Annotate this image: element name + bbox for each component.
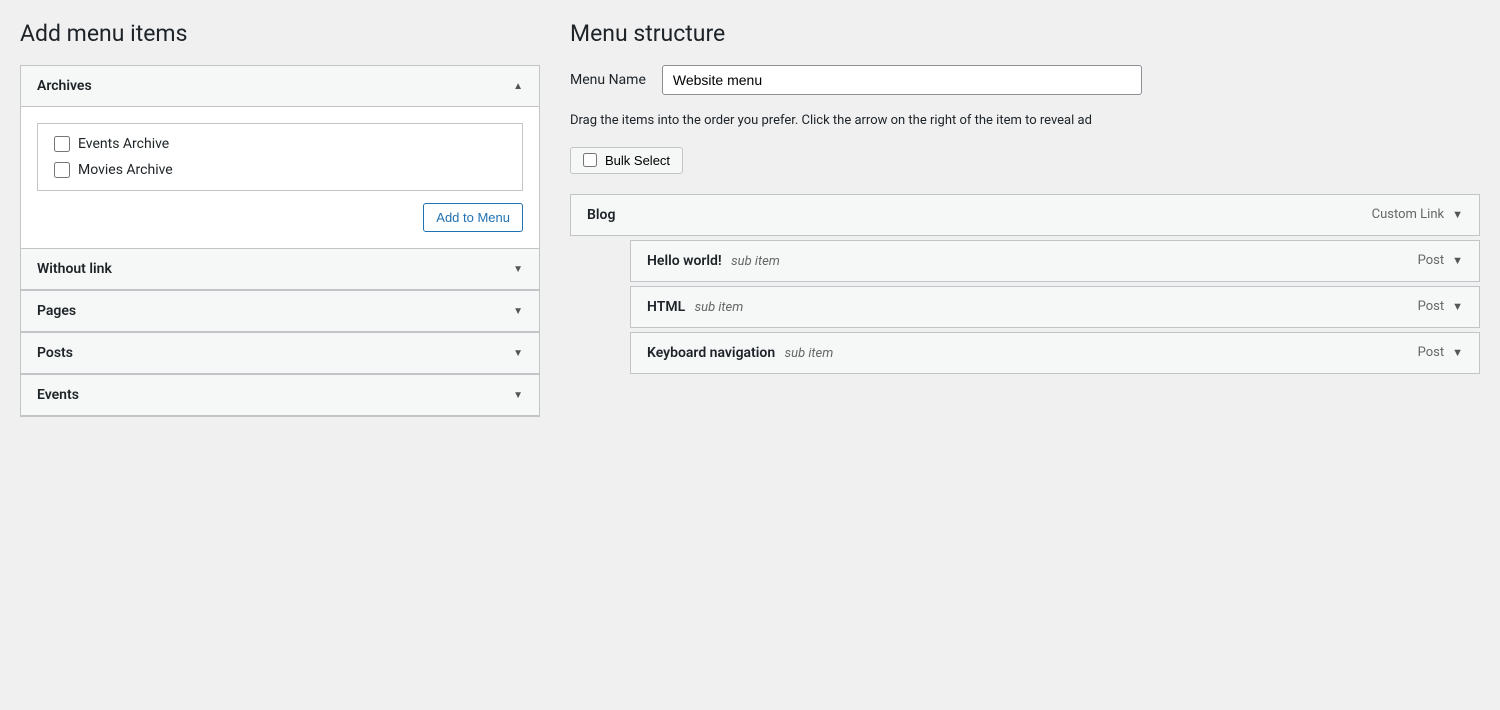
events-section: Events ▼ [20, 375, 540, 417]
posts-section: Posts ▼ [20, 333, 540, 375]
movies-archive-item: Movies Archive [54, 162, 506, 178]
keyboard-nav-sub-item: Keyboard navigation sub item Post ▼ [630, 332, 1480, 374]
right-panel-heading: Menu structure [570, 20, 1480, 47]
blog-menu-item: Blog Custom Link ▼ [570, 194, 1480, 236]
hello-world-inner: Hello world! sub item Post ▼ [631, 241, 1479, 281]
bulk-select-label: Bulk Select [605, 153, 670, 168]
without-link-header[interactable]: Without link ▼ [21, 249, 539, 290]
pages-arrow-icon: ▼ [513, 306, 523, 317]
blog-menu-item-inner: Blog Custom Link ▼ [571, 195, 1479, 235]
archives-checkbox-list: Events Archive Movies Archive [37, 123, 523, 191]
html-title-group: HTML sub item [647, 299, 743, 315]
without-link-label: Without link [37, 261, 112, 277]
blog-item-title: Blog [587, 207, 615, 223]
without-link-arrow-icon: ▼ [513, 264, 523, 275]
keyboard-nav-title-group: Keyboard navigation sub item [647, 345, 833, 361]
html-dropdown-icon[interactable]: ▼ [1452, 300, 1463, 313]
events-arrow-icon: ▼ [513, 390, 523, 401]
html-right: Post ▼ [1418, 299, 1463, 314]
bulk-select-checkbox[interactable] [583, 153, 597, 167]
blog-item-dropdown-icon[interactable]: ▼ [1452, 208, 1463, 221]
movies-archive-checkbox[interactable] [54, 162, 70, 178]
hello-world-right: Post ▼ [1418, 253, 1463, 268]
archives-header[interactable]: Archives ▲ [21, 66, 539, 107]
posts-header[interactable]: Posts ▼ [21, 333, 539, 374]
events-archive-label[interactable]: Events Archive [78, 136, 169, 152]
archives-body: Events Archive Movies Archive Add to Men… [21, 107, 539, 248]
instruction-text: Drag the items into the order you prefer… [570, 111, 1480, 131]
menu-structure: Blog Custom Link ▼ Hello world! sub item [570, 194, 1480, 374]
right-panel: Menu structure Menu Name Drag the items … [540, 20, 1480, 378]
left-panel: Add menu items Archives ▲ Events Archive… [20, 20, 540, 417]
menu-name-row: Menu Name [570, 65, 1480, 95]
html-type: Post [1418, 299, 1445, 314]
pages-section: Pages ▼ [20, 291, 540, 333]
html-sub-item: HTML sub item Post ▼ [630, 286, 1480, 328]
hello-world-sub-item: Hello world! sub item Post ▼ [630, 240, 1480, 282]
archives-arrow-icon: ▲ [513, 81, 523, 92]
menu-name-input[interactable] [662, 65, 1142, 95]
events-label: Events [37, 387, 79, 403]
posts-label: Posts [37, 345, 73, 361]
archives-section: Archives ▲ Events Archive Movies Archive… [20, 65, 540, 249]
add-to-menu-button[interactable]: Add to Menu [423, 203, 523, 232]
bulk-select-button[interactable]: Bulk Select [570, 147, 683, 174]
blog-item-right: Custom Link ▼ [1372, 207, 1463, 222]
blog-sub-items: Hello world! sub item Post ▼ HTML [630, 240, 1480, 374]
events-archive-checkbox[interactable] [54, 136, 70, 152]
archives-label: Archives [37, 78, 92, 94]
without-link-section: Without link ▼ [20, 249, 540, 291]
blog-item-type: Custom Link [1372, 207, 1444, 222]
keyboard-nav-type: Post [1418, 345, 1445, 360]
keyboard-nav-dropdown-icon[interactable]: ▼ [1452, 346, 1463, 359]
keyboard-nav-right: Post ▼ [1418, 345, 1463, 360]
events-archive-item: Events Archive [54, 136, 506, 152]
left-panel-heading: Add menu items [20, 20, 540, 47]
hello-world-dropdown-icon[interactable]: ▼ [1452, 254, 1463, 267]
posts-arrow-icon: ▼ [513, 348, 523, 359]
pages-label: Pages [37, 303, 76, 319]
movies-archive-label[interactable]: Movies Archive [78, 162, 173, 178]
html-inner: HTML sub item Post ▼ [631, 287, 1479, 327]
menu-name-label: Menu Name [570, 72, 646, 88]
hello-world-title: Hello world! sub item [647, 253, 780, 269]
hello-world-type: Post [1418, 253, 1445, 268]
pages-header[interactable]: Pages ▼ [21, 291, 539, 332]
keyboard-nav-inner: Keyboard navigation sub item Post ▼ [631, 333, 1479, 373]
events-header[interactable]: Events ▼ [21, 375, 539, 416]
